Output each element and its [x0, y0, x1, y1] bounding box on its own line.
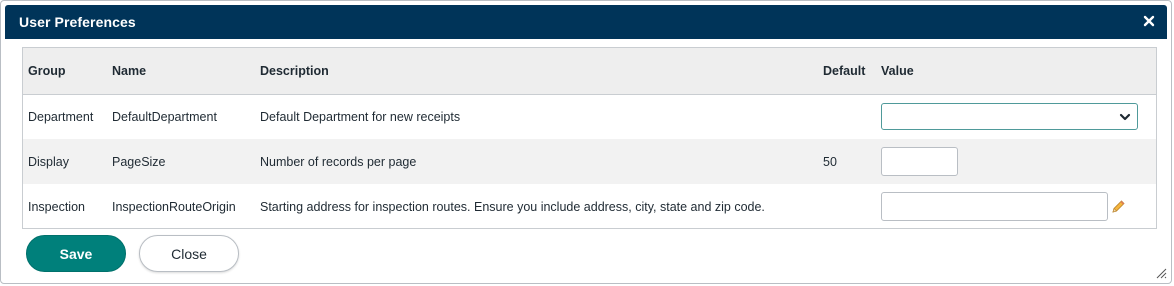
cell-name: DefaultDepartment	[112, 109, 217, 124]
column-header-name: Name	[107, 48, 255, 95]
inspection-route-origin-input[interactable]	[881, 192, 1108, 221]
cell-name: InspectionRouteOrigin	[112, 199, 236, 214]
table-row: Display PageSize Number of records per p…	[23, 139, 1156, 184]
close-icon[interactable]	[1139, 11, 1159, 31]
resize-grip-icon[interactable]	[1155, 267, 1167, 279]
cell-value	[876, 139, 1156, 184]
table-row: Inspection InspectionRouteOrigin Startin…	[23, 184, 1156, 229]
table-row: Department DefaultDepartment Default Dep…	[23, 94, 1156, 139]
page-size-input[interactable]	[881, 147, 958, 176]
column-header-description: Description	[255, 48, 818, 95]
user-preferences-dialog: User Preferences Group Name Description …	[0, 0, 1172, 284]
default-department-select[interactable]	[881, 103, 1138, 131]
table-header-row: Group Name Description Default Value	[23, 48, 1156, 95]
preferences-table: Group Name Description Default Value Dep…	[22, 47, 1157, 229]
dialog-title: User Preferences	[19, 14, 136, 30]
column-header-default: Default	[818, 48, 876, 95]
route-origin-field	[881, 192, 1156, 221]
cell-group: Display	[28, 154, 69, 169]
cell-description: Number of records per page	[260, 154, 417, 169]
chevron-down-icon	[1119, 114, 1131, 121]
close-button[interactable]: Close	[139, 235, 239, 272]
cell-value	[876, 94, 1156, 139]
cell-default	[818, 184, 876, 229]
cell-default	[818, 94, 876, 139]
pencil-icon[interactable]	[1110, 199, 1126, 215]
column-header-value: Value	[876, 48, 1156, 95]
cell-group: Department	[28, 109, 94, 124]
cell-description: Starting address for inspection routes. …	[260, 199, 765, 214]
cell-value	[876, 184, 1156, 229]
column-header-group: Group	[23, 48, 107, 95]
cell-default: 50	[823, 154, 837, 169]
cell-description: Default Department for new receipts	[260, 109, 461, 124]
save-button[interactable]: Save	[26, 235, 126, 272]
dialog-titlebar[interactable]: User Preferences	[5, 5, 1167, 39]
cell-group: Inspection	[28, 199, 85, 214]
cell-name: PageSize	[112, 154, 166, 169]
